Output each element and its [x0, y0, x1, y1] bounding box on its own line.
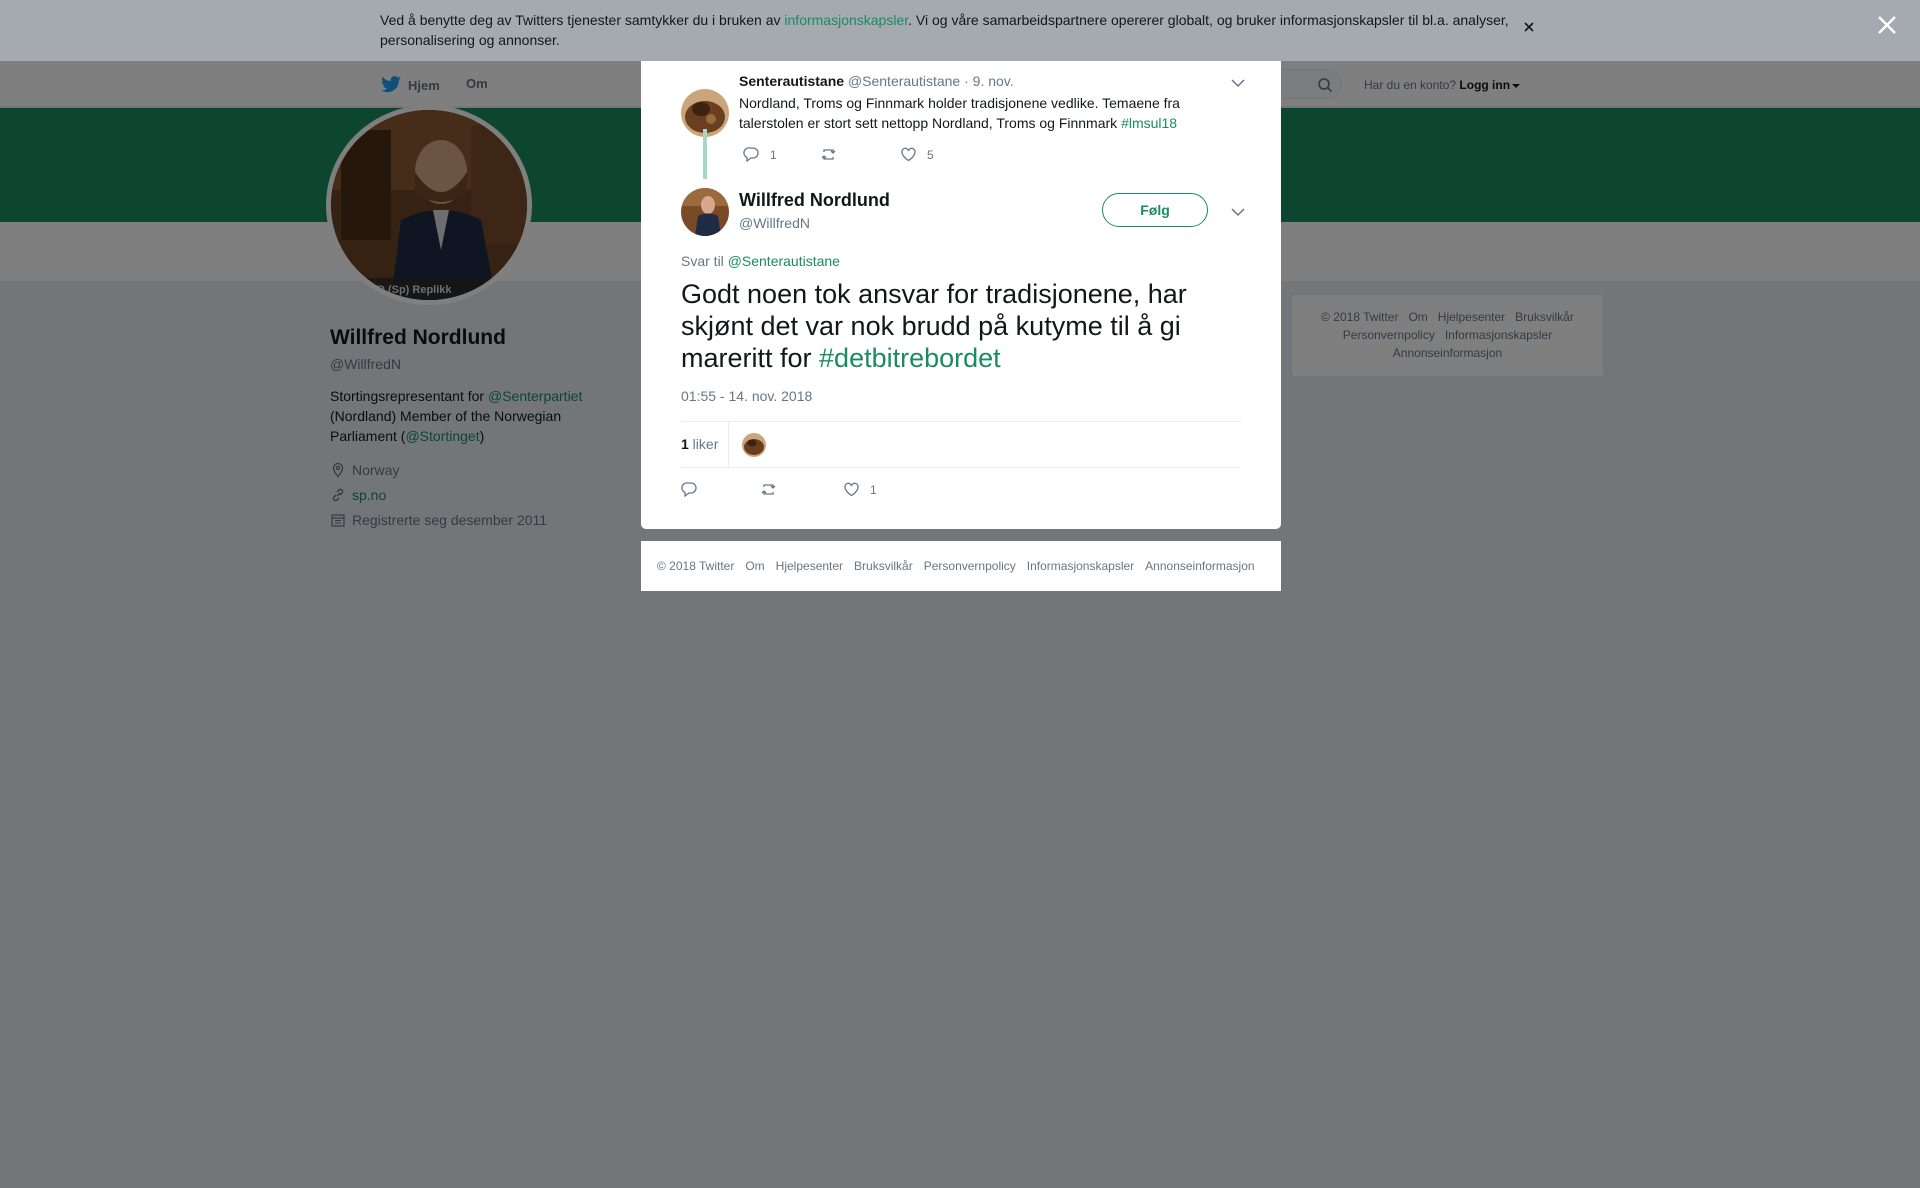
parent-tweet-text: Nordland, Troms og Finnmark holder tradi…	[739, 93, 1199, 133]
retweet-button[interactable]	[821, 146, 848, 163]
tweet-timestamp[interactable]: 01:55 - 14. nov. 2018	[681, 388, 812, 404]
willfred-avatar-image	[681, 188, 729, 236]
reply-prefix: Svar til	[681, 253, 728, 269]
footer-about[interactable]: Om	[745, 559, 764, 573]
reply-button[interactable]	[681, 481, 708, 498]
avatar[interactable]	[681, 188, 729, 236]
tweet-hashtag[interactable]: #detbitrebordet	[819, 343, 1001, 373]
tweet-stats: 1 liker	[681, 421, 1241, 468]
retweet-button[interactable]	[761, 481, 788, 498]
cookie-banner: Ved å benytte deg av Twitters tjenester …	[0, 0, 1920, 61]
footer-ads[interactable]: Annonseinformasjon	[1145, 559, 1254, 573]
modal-footer: © 2018 Twitter Om Hjelpesenter Bruksvilk…	[641, 541, 1281, 591]
tweet-text: Godt noen tok ansvar for tradisjonene, h…	[681, 278, 1241, 374]
likes-stat[interactable]: 1 liker	[681, 436, 718, 452]
reply-to-link[interactable]: @Senterautistane	[728, 253, 840, 269]
main-tweet-header: Willfred Nordlund @WillfredN Følg	[681, 188, 1245, 248]
author-name[interactable]: Willfred Nordlund	[739, 190, 890, 211]
footer-privacy[interactable]: Personvernpolicy	[924, 559, 1016, 573]
chevron-down-icon[interactable]	[1231, 79, 1245, 88]
reply-icon	[681, 482, 697, 498]
like-count: 1	[870, 482, 877, 497]
like-count: 5	[927, 147, 934, 162]
reply-context: Svar til @Senterautistane	[681, 253, 840, 269]
retweet-icon	[761, 484, 776, 495]
tweet-modal: Senterautistane @Senterautistane · 9. no…	[641, 61, 1281, 529]
parent-tweet-date[interactable]: · 9. nov.	[964, 73, 1014, 89]
liker-avatar-image	[742, 433, 766, 457]
reply-button[interactable]: 1	[743, 146, 777, 163]
chevron-down-icon[interactable]	[1231, 208, 1245, 217]
like-button[interactable]: 5	[900, 146, 934, 163]
reply-count: 1	[770, 147, 777, 162]
follow-button[interactable]: Følg	[1102, 193, 1208, 227]
cookie-text-before: Ved å benytte deg av Twitters tjenester …	[380, 12, 785, 28]
heart-icon	[901, 147, 916, 162]
parent-tweet-body: Nordland, Troms og Finnmark holder tradi…	[739, 95, 1180, 131]
footer-cookies[interactable]: Informasjonskapsler	[1027, 559, 1134, 573]
footer-copyright: © 2018 Twitter	[657, 559, 735, 573]
author-handle[interactable]: @WillfredN	[739, 215, 810, 231]
cookie-close-icon[interactable]	[1522, 20, 1536, 34]
parent-author-handle[interactable]: @Senterautistane	[848, 73, 960, 89]
parent-tweet-header: Senterautistane @Senterautistane · 9. no…	[739, 73, 1014, 89]
liker-avatar[interactable]	[742, 433, 766, 457]
cookie-text: Ved å benytte deg av Twitters tjenester …	[380, 10, 1520, 50]
footer-terms[interactable]: Bruksvilkår	[854, 559, 913, 573]
reply-icon	[743, 147, 759, 163]
like-button[interactable]: 1	[843, 481, 877, 498]
stats-divider	[728, 422, 729, 467]
heart-icon	[844, 482, 859, 497]
cookie-link[interactable]: informasjonskapsler	[784, 12, 908, 28]
footer-help[interactable]: Hjelpesenter	[776, 559, 843, 573]
thread-connector	[703, 129, 707, 179]
retweet-icon	[821, 149, 836, 160]
close-icon[interactable]	[1876, 14, 1898, 36]
parent-hashtag[interactable]: #lmsul18	[1121, 115, 1177, 131]
parent-author-name[interactable]: Senterautistane	[739, 73, 844, 89]
likes-label: liker	[688, 436, 719, 452]
likes-number: 1	[681, 436, 689, 452]
